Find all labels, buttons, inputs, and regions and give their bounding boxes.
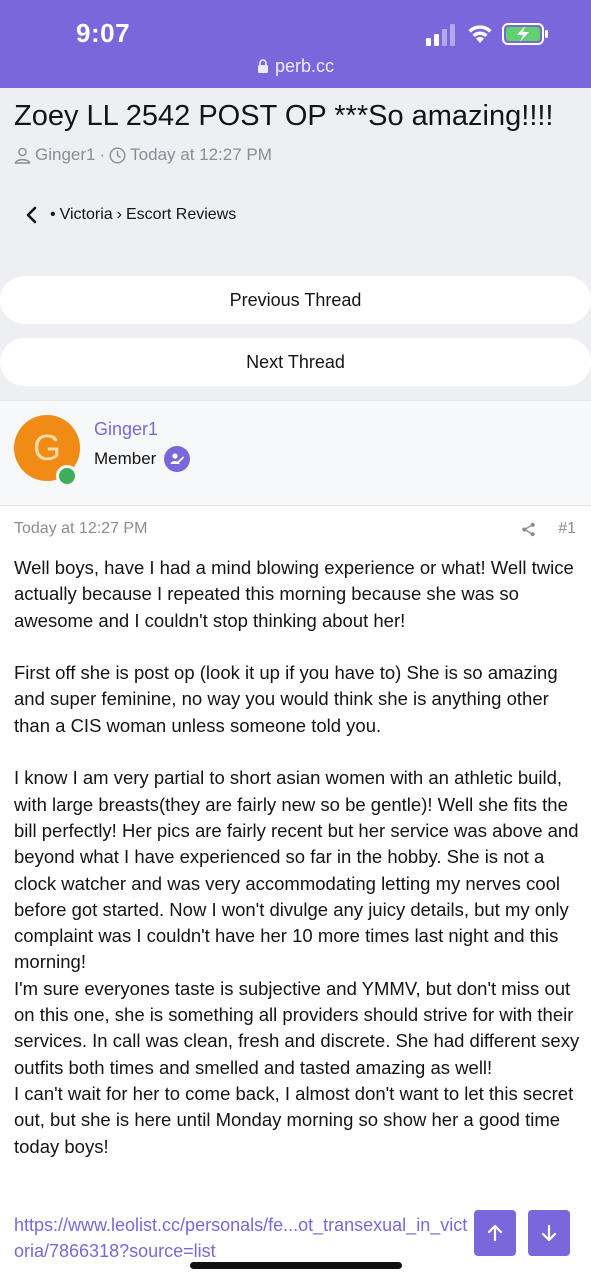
arrow-down-icon — [541, 1224, 557, 1242]
home-indicator[interactable] — [190, 1262, 402, 1269]
thread-meta: Ginger1 · Today at 12:27 PM — [14, 145, 272, 165]
page-title: Zoey LL 2542 POST OP ***So amazing!!!! — [14, 100, 554, 132]
post-date[interactable]: Today at 12:27 PM — [14, 520, 147, 537]
back-chevron-icon[interactable] — [24, 206, 40, 224]
post-meta: Today at 12:27 PM #1 — [14, 520, 576, 538]
author-role: Member — [94, 446, 191, 472]
meta-separator: · — [99, 145, 106, 164]
thread-date[interactable]: Today at 12:27 PM — [130, 145, 272, 165]
breadcrumb-item-victoria[interactable]: Victoria — [60, 206, 113, 224]
breadcrumb-prefix: • — [50, 206, 56, 223]
author-role-label: Member — [94, 449, 157, 468]
thread-author-link[interactable]: Ginger1 — [35, 145, 95, 165]
post-author-panel: G Ginger1 Member — [0, 400, 591, 506]
next-thread-button[interactable]: Next Thread — [0, 338, 591, 386]
post-paragraph: I can't wait for her to come back, I alm… — [14, 1082, 574, 1157]
scroll-top-button[interactable] — [474, 1210, 516, 1256]
post-body: Well boys, have I had a mind blowing exp… — [14, 555, 580, 1160]
previous-thread-button[interactable]: Previous Thread — [0, 276, 591, 324]
arrow-up-icon — [487, 1224, 503, 1242]
external-link[interactable]: https://www.leolist.cc/personals/fe...ot… — [14, 1212, 474, 1264]
battery-charging-icon — [502, 23, 548, 45]
post-paragraph: I'm sure everyones taste is subjective a… — [14, 977, 580, 1078]
url-bar[interactable]: perb.cc — [0, 56, 591, 77]
scroll-bottom-button[interactable] — [528, 1210, 570, 1256]
post-paragraph: I know I am very partial to short asian … — [14, 767, 579, 973]
url-text: perb.cc — [274, 56, 335, 76]
lock-icon — [257, 59, 268, 73]
status-bar: 9:07 perb.cc — [0, 0, 591, 88]
wifi-icon — [468, 25, 492, 43]
breadcrumb-item-escort-reviews[interactable]: Escort Reviews — [126, 206, 236, 224]
author-username[interactable]: Ginger1 — [94, 419, 158, 440]
post-paragraph: First off she is post op (look it up if … — [14, 662, 558, 736]
post-paragraph: Well boys, have I had a mind blowing exp… — [14, 557, 574, 631]
status-time: 9:07 — [76, 18, 131, 48]
signal-icon — [426, 24, 455, 46]
post-number[interactable]: #1 — [558, 520, 576, 538]
user-icon — [14, 147, 31, 164]
thread-header: Zoey LL 2542 POST OP ***So amazing!!!! G… — [0, 88, 591, 400]
clock-icon — [109, 146, 126, 164]
share-icon[interactable] — [521, 522, 536, 537]
member-badge-icon — [164, 446, 191, 472]
breadcrumb-separator: › — [116, 206, 122, 223]
online-status-icon — [56, 465, 78, 487]
breadcrumb: • Victoria › Escort Reviews — [24, 206, 240, 224]
